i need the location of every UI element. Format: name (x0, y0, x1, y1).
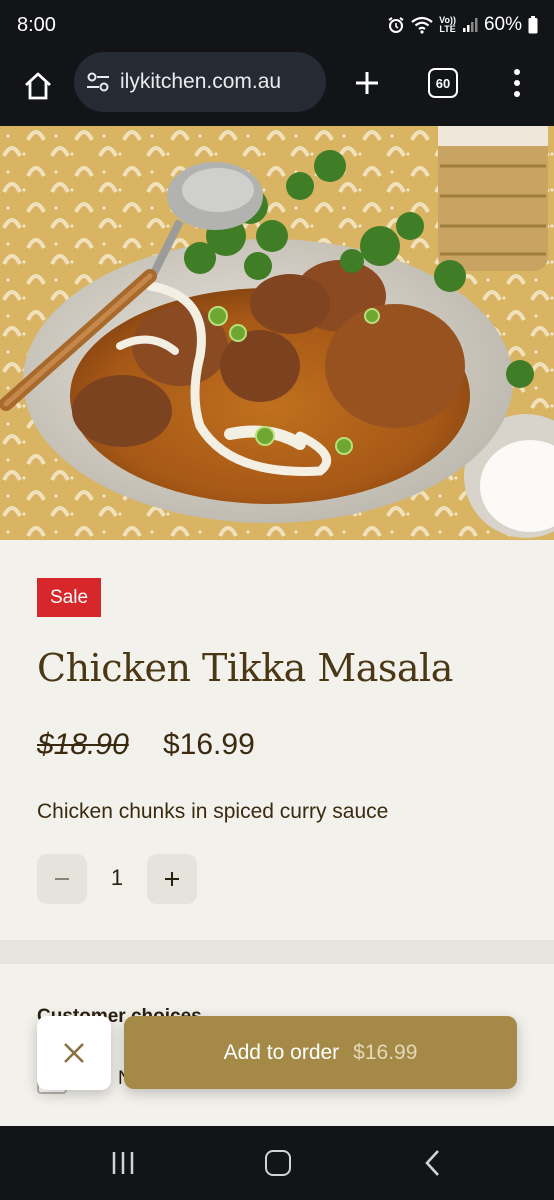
quantity-increment-button[interactable] (147, 854, 197, 904)
product-description: Chicken chunks in spiced curry sauce (37, 800, 389, 823)
tune-icon[interactable] (86, 71, 110, 93)
close-button[interactable] (37, 1016, 111, 1090)
product-image (0, 126, 554, 540)
battery-percent: 60% (483, 14, 522, 35)
product-details: Sale Chicken Tikka Masala $18.90 $16.99 … (0, 540, 554, 940)
add-to-order-price: $16.99 (353, 1040, 418, 1064)
old-price: $18.90 (37, 728, 129, 761)
recents-icon[interactable] (110, 1150, 136, 1176)
status-icons: Vo)) LTE 60% (387, 14, 538, 36)
quantity-value: 1 (110, 865, 124, 890)
signal-icon (462, 18, 478, 32)
status-time: 8:00 (17, 14, 56, 36)
wifi-icon (411, 16, 433, 34)
minus-icon (55, 878, 69, 880)
add-to-order-label: Add to order (223, 1040, 340, 1064)
alarm-icon (388, 17, 404, 33)
status-bar: 8:00 Vo)) LTE 60% (0, 0, 554, 52)
tabs-icon[interactable]: 60 (428, 68, 458, 98)
battery-icon (528, 16, 538, 34)
sale-price: $16.99 (163, 728, 255, 761)
url-text[interactable]: ilykitchen.com.au (120, 70, 281, 94)
address-bar[interactable]: ilykitchen.com.au (74, 52, 326, 112)
plus-icon (165, 872, 179, 886)
home-button[interactable] (18, 66, 58, 106)
browser-toolbar: ilykitchen.com.au 60 (0, 52, 554, 126)
close-icon (64, 1043, 84, 1063)
lte-badge: Vo)) LTE (439, 15, 456, 34)
plus-icon (356, 72, 378, 94)
add-to-order-button[interactable]: Add to order $16.99 (124, 1016, 517, 1089)
back-icon[interactable] (422, 1148, 444, 1178)
quantity-decrement-button[interactable] (37, 854, 87, 904)
product-title: Chicken Tikka Masala (37, 646, 453, 690)
nav-home-icon[interactable] (265, 1150, 291, 1176)
more-vert-icon[interactable] (504, 66, 530, 100)
home-icon (25, 72, 51, 100)
section-divider (0, 940, 554, 964)
new-tab-button[interactable] (348, 64, 386, 102)
sale-badge: Sale (37, 578, 101, 617)
system-nav-bar (0, 1126, 554, 1200)
